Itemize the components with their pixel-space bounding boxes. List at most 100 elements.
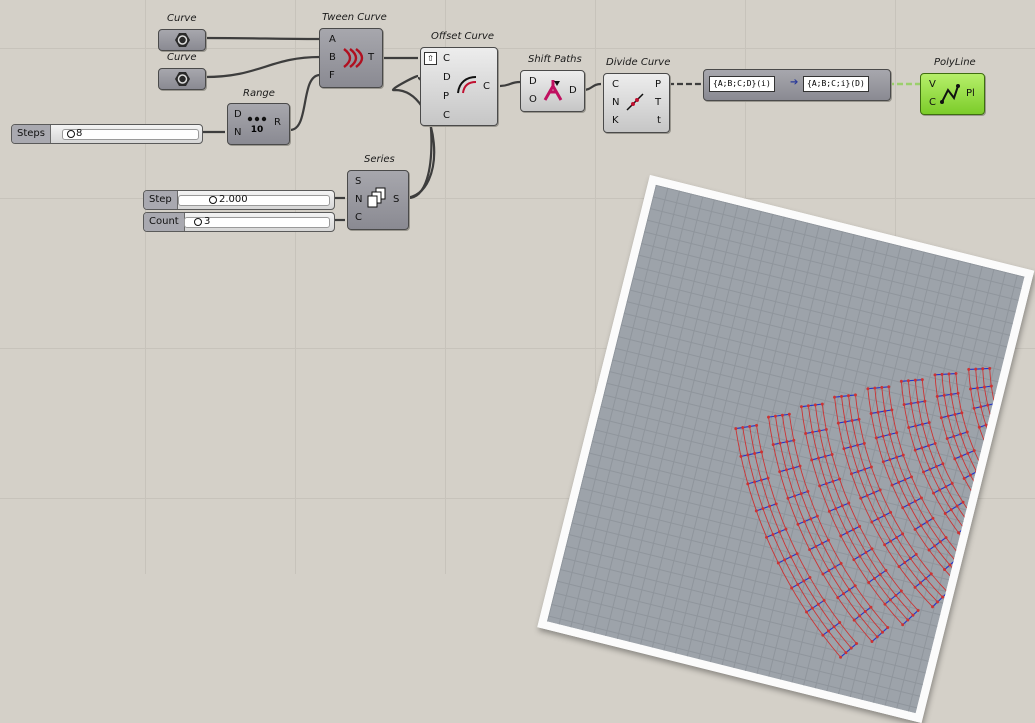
grid-point xyxy=(774,502,778,506)
grid-polyline xyxy=(973,403,995,409)
grid-point xyxy=(820,402,824,406)
grid-point xyxy=(953,412,957,416)
grid-point xyxy=(806,489,810,493)
grid-point xyxy=(897,480,901,484)
grid-point xyxy=(859,496,863,500)
offset-title: Offset Curve xyxy=(431,31,495,42)
grid-point xyxy=(989,384,993,388)
grid-point xyxy=(806,404,810,408)
grid-point xyxy=(941,462,945,466)
curve1-title: Curve xyxy=(167,13,197,24)
port-o[interactable]: O xyxy=(529,95,537,105)
port-c2[interactable]: C xyxy=(443,111,450,121)
grid-point xyxy=(934,465,938,469)
step-slider[interactable]: Step 2.000 xyxy=(143,190,335,210)
port-d[interactable]: D xyxy=(234,110,242,120)
path-mapper-component[interactable]: {A;B;C;D}(i) ➔ {A;B;C;i}(D) xyxy=(703,69,891,101)
port-v[interactable]: V xyxy=(929,80,936,90)
port-s[interactable]: S xyxy=(355,177,361,187)
port-p[interactable]: P xyxy=(443,92,449,102)
port-c-out[interactable]: C xyxy=(483,82,490,92)
grid-point xyxy=(869,465,873,469)
grid-polyline xyxy=(822,622,840,636)
polyline-component[interactable]: V C Pl xyxy=(920,73,985,115)
offset-curve-component[interactable]: ⇧ C D P C C xyxy=(420,47,498,126)
grid-point xyxy=(784,527,788,531)
grid-point xyxy=(902,403,906,407)
step-knob[interactable] xyxy=(209,196,217,204)
steps-slider[interactable]: Steps 8 xyxy=(11,124,203,144)
shift-paths-component[interactable]: D O D xyxy=(520,70,585,112)
port-b[interactable]: B xyxy=(329,53,336,63)
port-d[interactable]: D xyxy=(443,73,451,83)
steps-knob[interactable] xyxy=(67,130,75,138)
shift-paths-icon xyxy=(541,78,565,104)
grid-point xyxy=(993,402,997,406)
grid-polyline xyxy=(901,379,923,382)
grid-point xyxy=(783,558,787,562)
step-track[interactable] xyxy=(178,195,330,206)
port-t[interactable]: T xyxy=(368,53,374,63)
count-value: 3 xyxy=(204,216,211,227)
series-component[interactable]: S N C S xyxy=(347,170,409,230)
port-c[interactable]: C xyxy=(929,98,936,108)
port-c[interactable]: C xyxy=(443,54,450,64)
curve-param-2[interactable] xyxy=(158,68,206,90)
grid-polyline xyxy=(904,400,925,406)
grid-point xyxy=(967,367,971,371)
port-a[interactable]: A xyxy=(329,35,336,45)
grid-polyline xyxy=(773,439,794,446)
tween-curve-component[interactable]: A B F T xyxy=(319,28,383,88)
grid-point xyxy=(808,548,812,552)
count-knob[interactable] xyxy=(194,218,202,226)
port-c[interactable]: C xyxy=(612,80,619,90)
grid-point xyxy=(795,552,799,556)
grid-point xyxy=(771,533,775,537)
grid-point xyxy=(906,379,910,383)
port-s-out[interactable]: S xyxy=(393,195,399,205)
range-component[interactable]: D N 10 R xyxy=(227,103,290,145)
grid-point xyxy=(796,522,800,526)
grid-polyline xyxy=(838,418,860,424)
steps-track[interactable] xyxy=(62,129,199,140)
curve-param-1[interactable] xyxy=(158,29,206,51)
divide-curve-component[interactable]: C N K P T t xyxy=(603,73,670,133)
grid-curve xyxy=(788,414,889,628)
port-n[interactable]: N xyxy=(355,195,362,205)
port-t-param[interactable]: t xyxy=(657,116,661,126)
count-slider[interactable]: Count 3 xyxy=(143,212,335,232)
grid-point xyxy=(916,400,920,404)
grid-polyline xyxy=(941,412,962,419)
grid-point xyxy=(954,372,958,376)
grid-point xyxy=(791,466,795,470)
grid-point xyxy=(789,555,793,559)
grid-point xyxy=(771,443,775,447)
grid-point xyxy=(960,586,964,590)
grid-point xyxy=(889,510,893,514)
grid-point xyxy=(927,421,931,425)
port-d-out[interactable]: D xyxy=(569,86,577,96)
port-n[interactable]: N xyxy=(612,98,619,108)
path-from-panel[interactable]: {A;B;C;D}(i) xyxy=(709,76,775,92)
port-t[interactable]: T xyxy=(655,98,661,108)
port-r[interactable]: R xyxy=(274,118,281,128)
port-pl[interactable]: Pl xyxy=(966,89,975,99)
grid-point xyxy=(903,478,907,482)
shift-title: Shift Paths xyxy=(528,54,582,65)
port-p[interactable]: P xyxy=(655,80,661,90)
polyline-icon xyxy=(939,82,961,106)
grid-point xyxy=(960,411,964,415)
port-c[interactable]: C xyxy=(355,213,362,223)
port-d[interactable]: D xyxy=(529,77,537,87)
grid-point xyxy=(920,422,924,426)
grid-point xyxy=(746,453,750,457)
grid-point xyxy=(890,483,894,487)
flatten-icon[interactable]: ⇧ xyxy=(424,52,437,65)
port-f[interactable]: F xyxy=(329,71,335,81)
port-k[interactable]: K xyxy=(612,116,619,126)
grid-point xyxy=(834,507,838,511)
path-to-panel[interactable]: {A;B;C;i}(D) xyxy=(803,76,869,92)
port-n[interactable]: N xyxy=(234,128,241,138)
grid-point xyxy=(851,528,855,532)
grid-point xyxy=(820,541,824,545)
